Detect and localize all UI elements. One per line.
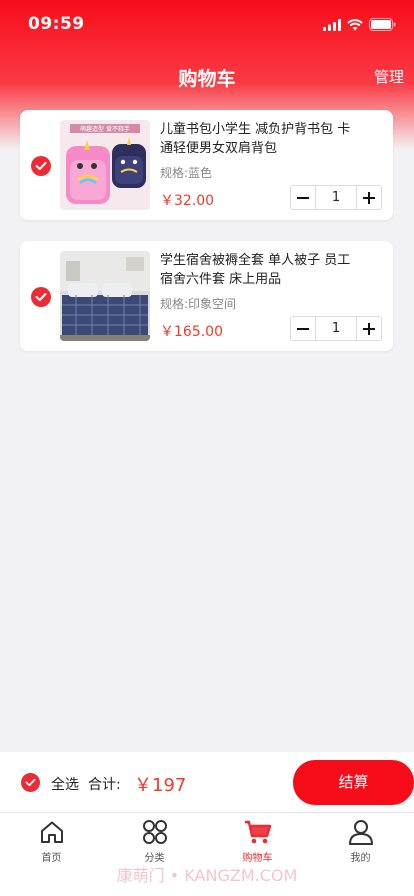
check-icon: [25, 778, 36, 787]
status-bar: 09:59: [0, 0, 414, 50]
item-price: ￥32.00: [160, 193, 215, 209]
quantity-stepper: 1: [290, 316, 382, 341]
increase-button[interactable]: [357, 317, 381, 340]
cart-item: 学生宿舍被褥全套 单人被子 员工宿舍六件套 床上用品 规格:印象空间 ￥165.…: [20, 241, 393, 351]
home-icon: [0, 819, 103, 845]
check-icon: [35, 293, 47, 301]
user-icon: [309, 819, 412, 845]
select-all-label[interactable]: 全选: [51, 774, 79, 794]
quantity-value[interactable]: 1: [315, 317, 357, 340]
tab-cart[interactable]: 购物车: [206, 819, 309, 865]
product-image-backpack[interactable]: 萌趣造型 爱不释手: [60, 120, 150, 210]
checkout-button[interactable]: 结算: [293, 760, 414, 805]
battery-icon: [369, 16, 396, 35]
decrease-button[interactable]: [291, 186, 315, 209]
image-caption: 萌趣造型 爱不释手: [80, 125, 130, 133]
select-all-checkbox[interactable]: [21, 773, 40, 792]
status-time: 09:59: [28, 14, 85, 34]
watermark: 康萌门 • KANGZM.COM: [116, 866, 298, 885]
tab-category[interactable]: 分类: [103, 819, 206, 865]
cart-item: 萌趣造型 爱不释手 儿童书包小学生 减负护背书包 卡通轻便男女双肩背包 规格:蓝…: [20, 110, 393, 220]
quantity-value[interactable]: 1: [315, 186, 357, 209]
decrease-button[interactable]: [291, 317, 315, 340]
tab-mine[interactable]: 我的: [309, 819, 412, 865]
status-icons: [323, 16, 396, 35]
item-title[interactable]: 儿童书包小学生 减负护背书包 卡通轻便男女双肩背包: [160, 120, 360, 158]
check-icon: [35, 162, 47, 170]
item-checkbox[interactable]: [31, 287, 51, 307]
total-value: ￥197: [134, 775, 187, 796]
signal-icon: [323, 16, 341, 35]
item-price: ￥165.00: [160, 324, 223, 340]
cart-icon: [206, 819, 309, 845]
increase-button[interactable]: [357, 186, 381, 209]
tab-home[interactable]: 首页: [0, 819, 103, 865]
item-title[interactable]: 学生宿舍被褥全套 单人被子 员工宿舍六件套 床上用品: [160, 251, 360, 289]
item-spec[interactable]: 规格:蓝色: [160, 164, 212, 181]
category-icon: [103, 819, 206, 845]
checkout-bar: 全选 合计: ￥197 结算: [0, 752, 414, 812]
product-image-bedding[interactable]: [60, 251, 150, 341]
manage-button[interactable]: 管理: [374, 66, 404, 87]
item-spec[interactable]: 规格:印象空间: [160, 295, 236, 312]
total-label: 合计:: [88, 777, 121, 793]
page-title: 购物车: [178, 68, 236, 90]
item-checkbox[interactable]: [31, 156, 51, 176]
quantity-stepper: 1: [290, 185, 382, 210]
wifi-icon: [347, 16, 363, 35]
